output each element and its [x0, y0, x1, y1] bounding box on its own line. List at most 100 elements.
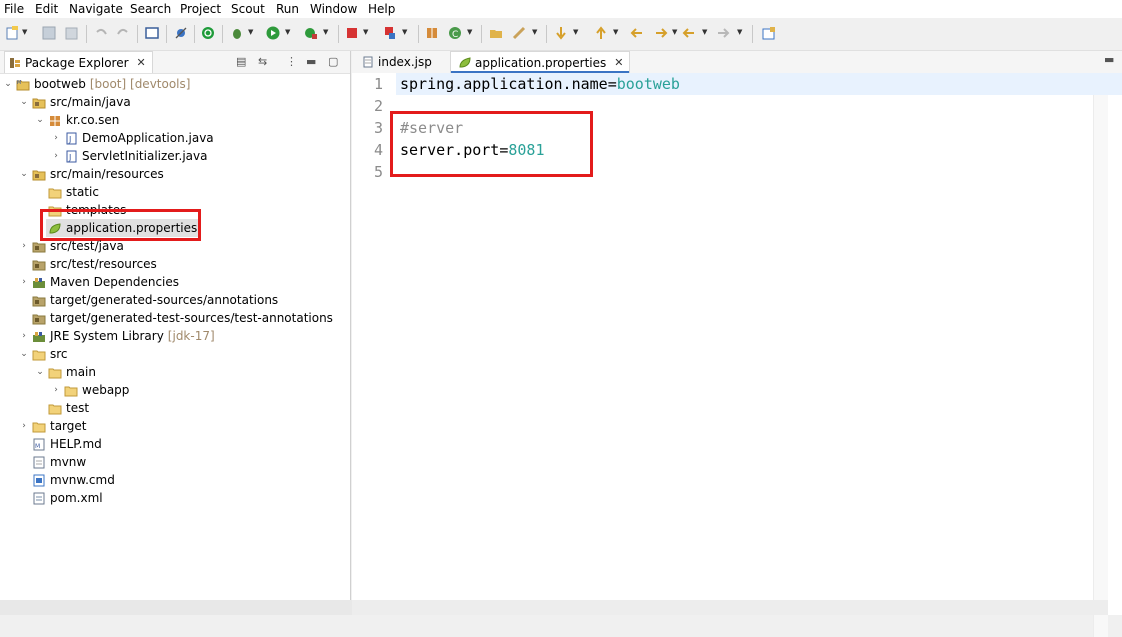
new-dropdown-icon[interactable]: ▼ [22, 28, 27, 36]
line-number: 1 [374, 75, 384, 93]
menu-window[interactable]: Window [310, 2, 357, 16]
menu-navigate[interactable]: Navigate [69, 2, 123, 16]
menu-scout[interactable]: Scout [231, 2, 265, 16]
chevron-right-icon[interactable]: › [18, 241, 30, 251]
collapse-all-icon[interactable]: ▤ [236, 55, 246, 68]
tab-package-explorer[interactable]: Package Explorer ✕ [4, 51, 153, 73]
chevron-down-icon[interactable]: ⌄ [2, 79, 14, 89]
tree-item-demoapplication-java[interactable]: › J DemoApplication.java [50, 129, 213, 147]
tree-item-target[interactable]: › target [18, 417, 86, 435]
chevron-down-icon[interactable]: ⌄ [34, 367, 46, 377]
menu-search[interactable]: Search [130, 2, 171, 16]
back-dropdown-icon[interactable]: ▼ [702, 28, 707, 36]
tab-index-jsp[interactable]: index.jsp [354, 51, 438, 72]
new-icon[interactable] [6, 26, 20, 40]
properties-editor[interactable]: 1 2 3 4 5 spring.application.name=bootwe… [352, 73, 1122, 637]
tree-item-main[interactable]: ⌄ main [34, 363, 96, 381]
tree-item-src-main-java[interactable]: ⌄ src/main/java [18, 93, 131, 111]
tree-item-maven-dependencies[interactable]: › Maven Dependencies [18, 273, 179, 291]
tree-item-servletinitializer-java[interactable]: › J ServletInitializer.java [50, 147, 207, 165]
close-icon[interactable]: ✕ [137, 56, 146, 69]
forward-edit-dropdown-icon[interactable]: ▼ [672, 28, 677, 36]
tree-item-test[interactable]: test [34, 399, 89, 417]
tree-item-src-main-resources[interactable]: ⌄ src/main/resources [18, 165, 164, 183]
tree-item-webapp[interactable]: › webapp [50, 381, 129, 399]
chevron-down-icon[interactable]: ⌄ [18, 169, 30, 179]
redo-icon[interactable] [116, 26, 130, 40]
new-class-dropdown-icon[interactable]: ▼ [467, 28, 472, 36]
horizontal-scrollbar[interactable] [352, 600, 1108, 615]
tree-item-src[interactable]: ⌄ src [18, 345, 67, 363]
chevron-right-icon[interactable]: › [50, 151, 62, 161]
tree-item-bootweb[interactable]: ⌄ M bootweb [boot] [devtools] [2, 75, 190, 93]
console-icon[interactable] [145, 26, 159, 40]
tree-item-mvnw-cmd[interactable]: mvnw.cmd [18, 471, 115, 489]
tree-item-static[interactable]: static [34, 183, 99, 201]
forward-icon[interactable] [716, 26, 730, 40]
tab-application-properties[interactable]: application.properties ✕ [450, 51, 631, 73]
tree-item-src-test-java[interactable]: › src/test/java [18, 237, 124, 255]
chevron-right-icon[interactable]: › [18, 277, 30, 287]
next-annotation-icon[interactable] [554, 26, 568, 40]
stop-icon[interactable] [345, 26, 359, 40]
stop-dropdown-icon[interactable]: ▼ [363, 28, 368, 36]
tree-item-generated-sources[interactable]: target/generated-sources/annotations [18, 291, 278, 309]
code-line-1[interactable]: spring.application.name=bootweb [400, 75, 680, 93]
tree-item-generated-test-sources[interactable]: target/generated-test-sources/test-annot… [18, 309, 333, 327]
external-tools-icon[interactable] [304, 26, 318, 40]
maximize-icon[interactable]: ▢ [328, 55, 338, 68]
tree-item-help-md[interactable]: M HELP.md [18, 435, 102, 453]
close-icon[interactable]: ✕ [614, 56, 623, 69]
menu-edit[interactable]: Edit [35, 2, 58, 16]
external-tools-dropdown-icon[interactable]: ▼ [323, 28, 328, 36]
menu-project[interactable]: Project [180, 2, 221, 16]
chevron-right-icon[interactable]: › [18, 331, 30, 341]
view-menu-icon[interactable]: ⋮ [286, 55, 297, 68]
save-icon[interactable] [42, 26, 56, 40]
debug-icon[interactable] [230, 26, 244, 40]
previous-annotation-icon[interactable] [594, 26, 608, 40]
run-dropdown-icon[interactable]: ▼ [285, 28, 290, 36]
skip-breakpoints-icon[interactable] [174, 26, 188, 40]
tree-item-src-test-resources[interactable]: src/test/resources [18, 255, 157, 273]
next-annotation-dropdown-icon[interactable]: ▼ [573, 28, 578, 36]
menu-run[interactable]: Run [276, 2, 299, 16]
chevron-right-icon[interactable]: › [50, 133, 62, 143]
chevron-right-icon[interactable]: › [50, 385, 62, 395]
previous-annotation-dropdown-icon[interactable]: ▼ [613, 28, 618, 36]
chevron-down-icon[interactable]: ⌄ [18, 349, 30, 359]
tree-item-mvnw[interactable]: mvnw [18, 453, 86, 471]
back-icon[interactable] [682, 26, 696, 40]
debug-dropdown-icon[interactable]: ▼ [248, 28, 253, 36]
search-tool-icon[interactable] [512, 26, 526, 40]
run-icon[interactable] [266, 26, 280, 40]
open-type-icon[interactable] [425, 26, 439, 40]
forward-edit-icon[interactable] [654, 26, 668, 40]
deploy-icon[interactable] [383, 26, 397, 40]
open-perspective-icon[interactable] [762, 26, 776, 40]
new-class-icon[interactable]: C [448, 26, 462, 40]
chevron-down-icon[interactable]: ⌄ [34, 115, 46, 125]
deploy-dropdown-icon[interactable]: ▼ [402, 28, 407, 36]
search-dropdown-icon[interactable]: ▼ [532, 28, 537, 36]
forward-dropdown-icon[interactable]: ▼ [737, 28, 742, 36]
save-all-icon[interactable] [64, 26, 78, 40]
last-edit-icon[interactable] [630, 26, 644, 40]
chevron-right-icon[interactable]: › [18, 421, 30, 431]
folder-icon [48, 188, 62, 198]
tree-item-pom-xml[interactable]: pom.xml [18, 489, 103, 507]
open-folder-icon[interactable] [489, 26, 503, 40]
spring-boot-dashboard-icon[interactable] [201, 26, 215, 40]
tree-item-kr-co-sen[interactable]: ⌄ kr.co.sen [34, 111, 119, 129]
tree-item-jre-system-library[interactable]: › JRE System Library [jdk-17] [18, 327, 214, 345]
xml-file-icon [33, 492, 45, 504]
chevron-down-icon[interactable]: ⌄ [18, 97, 30, 107]
menu-file[interactable]: File [4, 2, 24, 16]
minimize-editor-icon[interactable]: ▬ [1104, 53, 1114, 66]
menu-bar: File Edit Navigate Search Project Scout … [0, 0, 1122, 18]
undo-icon[interactable] [94, 26, 108, 40]
menu-help[interactable]: Help [368, 2, 395, 16]
minimize-icon[interactable]: ▬ [306, 55, 316, 68]
vertical-scrollbar[interactable] [1093, 95, 1108, 637]
link-with-editor-icon[interactable]: ⇆ [258, 55, 267, 68]
